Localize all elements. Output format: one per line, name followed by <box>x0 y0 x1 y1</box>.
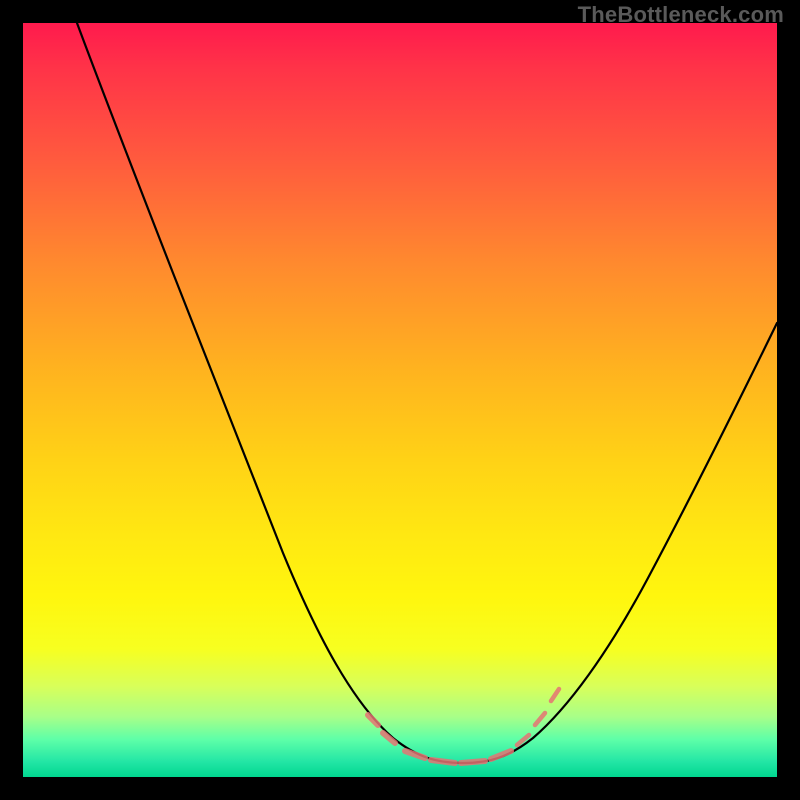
chart-area <box>23 23 777 777</box>
marker-left-2 <box>383 733 395 743</box>
marker-bottom-2 <box>431 760 455 763</box>
marker-right-2 <box>535 713 545 725</box>
marker-left-1 <box>368 715 378 725</box>
marker-bottom-1 <box>405 751 425 758</box>
chart-svg <box>23 23 777 777</box>
curve-main <box>77 23 777 763</box>
watermark-text: TheBottleneck.com <box>578 2 784 28</box>
marker-bottom-3 <box>461 761 485 763</box>
marker-right-3 <box>551 689 559 701</box>
marker-bottom-4 <box>491 751 511 759</box>
